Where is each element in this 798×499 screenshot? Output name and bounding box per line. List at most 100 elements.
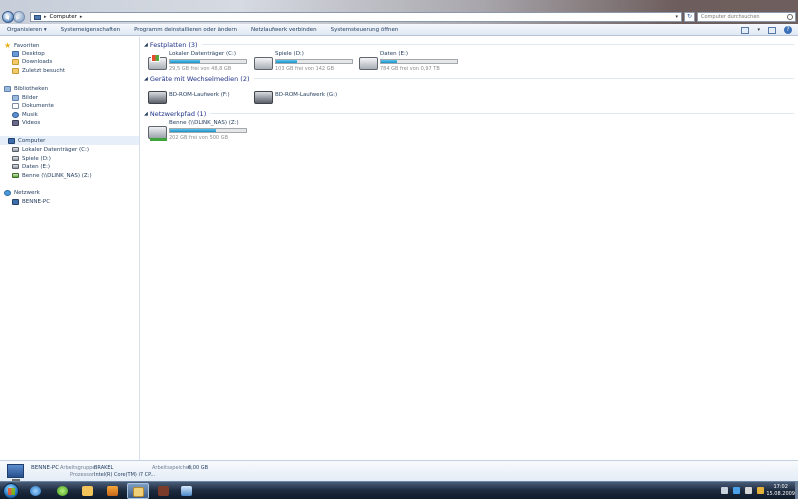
action-center-icon[interactable] xyxy=(757,487,764,494)
collapse-triangle-icon[interactable]: ◢ xyxy=(144,111,148,117)
start-button[interactable] xyxy=(3,483,19,499)
group-header-hard-drives[interactable]: ◢ Festplatten (3) xyxy=(144,40,794,49)
drive-free-space: 29,5 GB frei von 48,8 GB xyxy=(169,66,232,72)
system-properties-button[interactable]: Systemeigenschaften xyxy=(54,24,127,36)
system-drive-icon xyxy=(148,54,167,70)
drive-name: BD-ROM-Laufwerk (F:) xyxy=(169,92,230,98)
nav-label: Benne (\\DLINK_NAS) (Z:) xyxy=(22,172,92,179)
taskbar-ie[interactable] xyxy=(25,483,47,499)
forward-button[interactable]: ▸ xyxy=(13,11,25,23)
arrow-left-icon: ◂ xyxy=(5,13,10,22)
bd-rom-drive-icon xyxy=(254,91,273,104)
nav-label: Zuletzt besucht xyxy=(22,67,66,74)
workgroup-label: Arbeitsgruppe: xyxy=(60,465,98,471)
taskbar-app[interactable] xyxy=(153,483,175,499)
videos-icon xyxy=(12,119,19,126)
drive-name: Spiele (D:) xyxy=(275,51,304,57)
group-title: Geräte mit Wechselmedien (2) xyxy=(149,74,250,83)
nav-item-recent[interactable]: Zuletzt besucht xyxy=(12,66,65,75)
network-tray-icon[interactable] xyxy=(733,487,740,494)
search-icon[interactable] xyxy=(787,14,793,20)
taskbar-folder[interactable] xyxy=(77,483,99,499)
nav-computer[interactable]: Computer xyxy=(0,136,139,145)
nav-item-drive-c[interactable]: Lokaler Datenträger (C:) xyxy=(12,145,89,154)
nav-item-benne-pc[interactable]: BENNE-PC xyxy=(12,197,50,206)
map-network-drive-button[interactable]: Netzlaufwerk verbinden xyxy=(244,24,324,36)
volume-icon[interactable] xyxy=(745,487,752,494)
pictures-icon xyxy=(12,94,19,101)
drive-name: Lokaler Datenträger (C:) xyxy=(169,51,237,57)
drive-tile-d[interactable]: Spiele (D:) 103 GB frei von 142 GB xyxy=(254,51,354,75)
nav-label: Downloads xyxy=(22,58,53,65)
nav-item-downloads[interactable]: Downloads xyxy=(12,57,52,66)
nav-label: Dokumente xyxy=(22,102,54,109)
drive-usage-fill xyxy=(170,129,216,132)
processor-value: Intel(R) Core(TM) i7 CP... xyxy=(94,472,156,478)
nav-item-drive-e[interactable]: Daten (E:) xyxy=(12,162,50,171)
network-icon xyxy=(4,189,11,196)
drive-usage-bar xyxy=(169,128,247,133)
nav-label: Bilder xyxy=(22,94,38,101)
refresh-button[interactable]: ↻ xyxy=(684,12,695,22)
nav-libraries[interactable]: Bibliotheken xyxy=(4,84,48,93)
hard-drive-icon xyxy=(254,57,273,70)
taskbar-monitor-app[interactable] xyxy=(176,483,198,499)
computer-icon xyxy=(12,198,19,205)
nav-item-drive-z[interactable]: Benne (\\DLINK_NAS) (Z:) xyxy=(12,171,92,180)
drive-tile-e[interactable]: Daten (E:) 784 GB frei von 0,97 TB xyxy=(359,51,459,75)
group-header-removable[interactable]: ◢ Geräte mit Wechselmedien (2) xyxy=(144,74,794,83)
drive-usage-bar xyxy=(275,59,353,64)
collapse-triangle-icon[interactable]: ◢ xyxy=(144,42,148,48)
taskbar-explorer[interactable] xyxy=(127,483,149,499)
content-pane: ◢ Festplatten (3) Lokaler Datenträger (C… xyxy=(141,37,798,460)
drive-name: Daten (E:) xyxy=(380,51,408,57)
drive-tile-z[interactable]: Benne (\\DLINK_NAS) (Z:) 202 GB frei von… xyxy=(148,120,248,144)
taskbar-messenger[interactable] xyxy=(52,483,74,499)
search-input[interactable] xyxy=(701,14,786,20)
chevron-right-icon[interactable]: ▸ xyxy=(44,14,47,20)
group-header-network[interactable]: ◢ Netzwerkpfad (1) xyxy=(144,109,794,118)
nav-item-documents[interactable]: Dokumente xyxy=(12,101,54,110)
nav-network[interactable]: Netzwerk xyxy=(4,188,40,197)
organize-button[interactable]: Organisieren ▾ xyxy=(0,24,54,36)
music-icon xyxy=(12,111,19,118)
address-bar[interactable]: ▸ Computer ▸ ▾ xyxy=(30,12,682,22)
group-divider xyxy=(201,44,794,45)
open-control-panel-button[interactable]: Systemsteuerung öffnen xyxy=(324,24,406,36)
group-divider xyxy=(253,78,794,79)
downloads-folder-icon xyxy=(12,58,19,65)
help-icon[interactable]: ? xyxy=(784,26,792,34)
chevron-right-icon[interactable]: ▸ xyxy=(80,14,83,20)
drive-free-space: 784 GB frei von 0,97 TB xyxy=(380,66,440,72)
drive-tile-c[interactable]: Lokaler Datenträger (C:) 29,5 GB frei vo… xyxy=(148,51,248,75)
command-bar: Organisieren ▾ Systemeigenschaften Progr… xyxy=(0,24,798,36)
star-icon: ★ xyxy=(4,40,12,50)
folder-icon xyxy=(82,486,93,496)
view-icon[interactable] xyxy=(741,26,750,34)
address-area: ◂ ▸ ▸ Computer ▸ ▾ ↻ xyxy=(0,0,798,24)
clock-date: 15.08.2009 xyxy=(766,491,795,497)
system-tray xyxy=(721,487,764,494)
clock[interactable]: 17:02 15.08.2009 xyxy=(766,484,795,498)
uninstall-program-button[interactable]: Programm deinstallieren oder ändern xyxy=(127,24,244,36)
search-box[interactable] xyxy=(697,12,796,22)
hard-drive-icon xyxy=(12,164,19,169)
nav-item-videos[interactable]: Videos xyxy=(12,118,40,127)
drive-tile-f[interactable]: BD-ROM-Laufwerk (F:) xyxy=(148,85,248,109)
collapse-triangle-icon[interactable]: ◢ xyxy=(144,76,148,82)
breadcrumb-computer[interactable]: Computer xyxy=(50,14,77,20)
chevron-down-icon[interactable]: ▾ xyxy=(757,27,760,33)
chevron-down-icon[interactable]: ▾ xyxy=(675,14,678,20)
hard-drive-icon xyxy=(359,57,378,70)
nav-label: Bibliotheken xyxy=(14,85,49,92)
nav-label: Videos xyxy=(22,119,41,126)
group-title: Netzwerkpfad (1) xyxy=(149,109,207,118)
view-controls: ▾ ? xyxy=(741,26,792,34)
taskbar-media-player[interactable] xyxy=(102,483,124,499)
nav-label: Favoriten xyxy=(14,42,40,49)
drive-tile-g[interactable]: BD-ROM-Laufwerk (G:) xyxy=(254,85,354,109)
nav-label: Musik xyxy=(22,111,38,118)
memory-value: 6,00 GB xyxy=(188,465,209,471)
tray-arrow-icon[interactable] xyxy=(721,487,728,494)
preview-pane-icon[interactable] xyxy=(768,26,776,34)
